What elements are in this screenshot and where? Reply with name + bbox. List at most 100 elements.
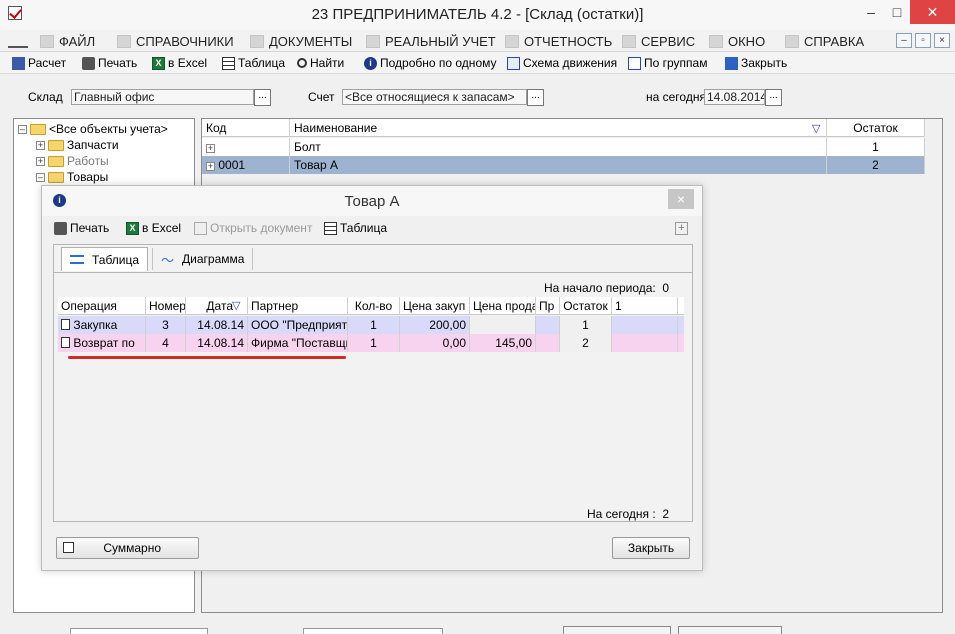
warehouse-select-button[interactable]: ... — [254, 89, 271, 106]
col-code[interactable]: Код — [202, 119, 290, 137]
mdi-minimize-button[interactable]: – — [896, 33, 912, 48]
tree-item-parts[interactable]: + Запчасти — [14, 137, 194, 153]
account-label: Счет — [308, 90, 335, 104]
chart-line-icon: 〜 — [161, 252, 175, 268]
checkbox-icon[interactable] — [63, 542, 74, 553]
find-button[interactable]: Найти — [295, 54, 346, 72]
tree-item-works[interactable]: + Работы — [14, 153, 194, 169]
tree-item-goods[interactable]: – Товары — [14, 169, 194, 185]
service-icon — [622, 34, 636, 48]
account-field[interactable]: <Все относящиеся к запасам> — [342, 89, 527, 105]
menu-service[interactable]: СЕРВИС — [622, 33, 695, 49]
window-icon — [709, 34, 723, 48]
dialog-table-button[interactable]: Таблица — [324, 218, 387, 238]
menu-help[interactable]: СПРАВКА — [785, 33, 864, 49]
print-button[interactable]: Печать — [80, 54, 139, 72]
date-label: на сегодня — [646, 90, 706, 104]
menu-documents[interactable]: ДОКУМЕНТЫ — [250, 33, 352, 49]
menu-reports[interactable]: ОТЧЕТНОСТЬ — [505, 33, 612, 49]
document-icon — [250, 34, 264, 48]
warehouse-label: Склад — [28, 90, 63, 104]
detail-one-button[interactable]: i Подробно по одному — [362, 54, 499, 72]
operations-table: Операция Номер Дата ▽ Партнер Кол-во Цен… — [58, 297, 684, 517]
folder-icon — [48, 139, 64, 151]
table-row[interactable]: Закупка 3 14.08.14 ООО "Предприят 1 200,… — [58, 316, 684, 334]
maximize-button[interactable]: □ — [882, 0, 912, 24]
table-row[interactable]: Возврат по 4 14.08.14 Фирма "Поставщи 1 … — [58, 334, 684, 352]
expand-icon[interactable]: + — [206, 162, 215, 171]
account-select-button[interactable]: ... — [527, 89, 544, 106]
groups-icon — [628, 56, 641, 70]
home-icon — [117, 34, 131, 48]
sort-down-icon: ▽ — [232, 300, 241, 312]
tab-panel: Таблица 〜 Диаграмма На начало периода: 0… — [53, 244, 693, 522]
dialog-excel-button[interactable]: Xв Excel — [126, 218, 181, 238]
col-one[interactable]: 1 — [612, 297, 678, 315]
mdi-restore-button[interactable]: ▫ — [915, 33, 931, 48]
dialog-title: Товар А — [344, 193, 400, 210]
bottom-button-1[interactable] — [563, 626, 671, 634]
warehouse-field[interactable]: Главный офис — [71, 89, 254, 105]
tree-root[interactable]: – <Все объекты учета> — [14, 121, 194, 137]
tab-table[interactable]: Таблица — [61, 247, 149, 271]
dialog-close-button[interactable]: × — [668, 189, 694, 209]
plus-icon[interactable]: + — [675, 222, 688, 235]
mdi-close-button[interactable]: × — [934, 33, 950, 48]
summary-checkbox[interactable]: Суммарно — [56, 537, 199, 559]
col-buy-price[interactable]: Цена закуп — [400, 297, 470, 315]
col-sell-price[interactable]: Цена прода — [470, 297, 536, 315]
list-icon — [70, 255, 84, 264]
table-row[interactable]: + Болт 1 — [202, 138, 925, 156]
col-name[interactable]: Наименование — [290, 119, 827, 137]
menu-window[interactable]: ОКНО — [709, 33, 765, 49]
expand-icon[interactable]: + — [36, 156, 45, 166]
printer-icon — [82, 56, 95, 70]
close-window-button[interactable]: ✕ — [910, 0, 955, 24]
dialog-print-button[interactable]: Печать — [54, 218, 109, 238]
collapse-icon[interactable]: – — [18, 124, 27, 134]
menu-references[interactable]: СПРАВОЧНИКИ — [117, 33, 234, 49]
exit-icon — [725, 56, 738, 70]
calculator-icon — [12, 56, 25, 70]
document-icon — [61, 337, 70, 348]
col-pr[interactable]: Пр — [536, 297, 560, 315]
dialog-open-document-button[interactable]: Открыть документ — [194, 218, 312, 238]
menu-real-accounting[interactable]: РЕАЛЬНЫЙ УЧЕТ — [366, 33, 496, 49]
title-bar: 23 ПРЕДПРИНИМАТЕЛЬ 4.2 - [Склад (остатки… — [0, 0, 955, 30]
by-groups-button[interactable]: По группам — [626, 54, 709, 72]
folder-icon — [48, 155, 64, 167]
dialog-close-bottom-button[interactable]: Закрыть — [612, 537, 690, 559]
excel-button[interactable]: Xв Excel — [150, 54, 209, 72]
menu-file[interactable]: ФАЙЛ — [40, 33, 95, 49]
bottom-button-2[interactable] — [678, 626, 782, 634]
item-dialog: i Товар А × Печать Xв Excel Открыть доку… — [41, 185, 703, 571]
tab-diagram[interactable]: 〜 Диаграмма — [152, 248, 254, 270]
calculate-button[interactable]: Расчет — [10, 54, 68, 72]
col-quantity[interactable]: Кол-во — [348, 297, 400, 315]
menu-bar: ФАЙЛ СПРАВОЧНИКИ ДОКУМЕНТЫ РЕАЛЬНЫЙ УЧЕТ… — [0, 30, 955, 52]
col-rest[interactable]: Остаток — [827, 119, 925, 137]
date-field[interactable]: 14.08.2014 — [704, 89, 765, 105]
expand-icon[interactable]: + — [206, 144, 215, 153]
folder-open-icon — [30, 123, 46, 135]
table-icon — [222, 56, 235, 70]
col-number[interactable]: Номер — [146, 297, 186, 315]
table-icon — [324, 221, 337, 235]
movement-scheme-button[interactable]: Схема движения — [505, 54, 619, 72]
info-icon: i — [364, 56, 377, 70]
bottom-field-right[interactable] — [303, 628, 443, 634]
window-title: 23 ПРЕДПРИНИМАТЕЛЬ 4.2 - [Склад (остатки… — [311, 6, 644, 23]
magnifier-icon — [297, 58, 307, 68]
bottom-field-left[interactable] — [70, 628, 208, 634]
scales-icon — [8, 34, 28, 48]
col-operation[interactable]: Операция — [58, 297, 146, 315]
col-partner[interactable]: Партнер — [248, 297, 348, 315]
sort-down-icon: ▽ — [812, 123, 821, 135]
table-button[interactable]: Таблица — [220, 54, 287, 72]
close-button[interactable]: Закрыть — [723, 54, 789, 72]
col-rest[interactable]: Остаток — [560, 297, 612, 315]
collapse-icon[interactable]: – — [36, 172, 45, 182]
expand-icon[interactable]: + — [36, 140, 45, 150]
table-row-selected[interactable]: + 0001 Товар А 2 — [202, 156, 925, 174]
date-select-button[interactable]: ... — [765, 89, 782, 106]
